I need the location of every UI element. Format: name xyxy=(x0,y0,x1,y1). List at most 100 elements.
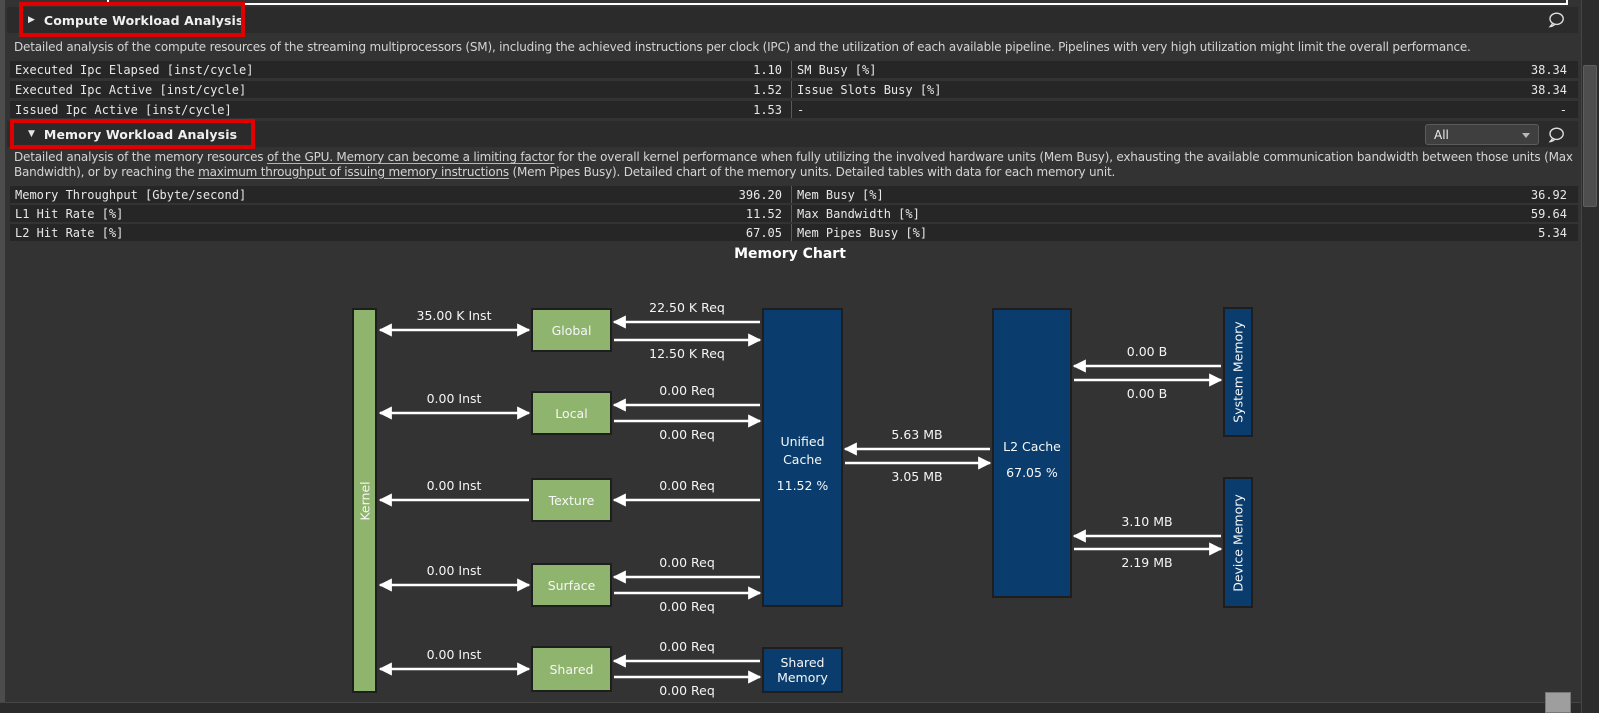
texture-box-label: Texture xyxy=(549,493,595,508)
l2-cache-hit-rate: 67.05 % xyxy=(994,464,1070,482)
metric-label: Max Bandwidth [%] xyxy=(797,207,920,221)
flow-label: 0.00 Req xyxy=(659,478,715,493)
metric-row: Executed Ipc Elapsed [inst/cycle] 1.10 xyxy=(10,61,791,78)
flow-label: 0.00 Inst xyxy=(427,647,482,662)
metric-label: L2 Hit Rate [%] xyxy=(15,226,123,240)
system-memory-label: System Memory xyxy=(1231,321,1246,422)
vertical-scrollbar-thumb[interactable] xyxy=(1583,65,1597,207)
metric-label: Issued Ipc Active [inst/cycle] xyxy=(15,103,232,117)
filter-dropdown[interactable]: All xyxy=(1425,124,1539,145)
shared-box-label: Shared xyxy=(549,662,593,677)
metric-value: 59.64 xyxy=(1531,207,1567,221)
section-header-compute-workload[interactable]: ▶ Compute Workload Analysis xyxy=(7,7,1578,33)
flow-label: 0.00 Req xyxy=(659,383,715,398)
metric-row: Mem Pipes Busy [%] 5.34 xyxy=(791,224,1578,241)
scrollbar-corner xyxy=(1545,692,1571,713)
metric-row: Executed Ipc Active [inst/cycle] 1.52 xyxy=(10,81,791,98)
filter-dropdown-value: All xyxy=(1434,128,1449,142)
metric-label: SM Busy [%] xyxy=(797,63,876,77)
clipped-box-above xyxy=(107,0,1568,5)
metric-row: SM Busy [%] 38.34 xyxy=(791,61,1578,78)
metric-row: L1 Hit Rate [%] 11.52 xyxy=(10,205,791,222)
metric-label: Mem Pipes Busy [%] xyxy=(797,226,927,240)
chevron-right-icon[interactable]: ▶ xyxy=(28,15,35,25)
metric-value: 38.34 xyxy=(1531,83,1567,97)
flow-label: 35.00 K Inst xyxy=(417,308,492,323)
metric-label: - xyxy=(797,103,804,117)
unified-cache-label: Unified xyxy=(764,433,841,451)
desc-segment-underlined: maximum throughput of issuing memory ins… xyxy=(198,165,509,179)
metric-value: - xyxy=(1560,103,1567,117)
metric-value: 38.34 xyxy=(1531,63,1567,77)
device-memory-label: Device Memory xyxy=(1231,494,1246,592)
flow-label: 0.00 B xyxy=(1127,386,1167,401)
metric-row: Mem Busy [%] 36.92 xyxy=(791,186,1578,203)
metric-value: 36.92 xyxy=(1531,188,1567,202)
flow-label: 12.50 K Req xyxy=(649,346,725,361)
flow-label: 3.10 MB xyxy=(1121,514,1172,529)
global-box: Global xyxy=(531,308,612,352)
metric-row: Memory Throughput [Gbyte/second] 396.20 xyxy=(10,186,791,203)
metric-value: 5.34 xyxy=(1538,226,1567,240)
global-box-label: Global xyxy=(552,323,592,338)
flow-label: 22.50 K Req xyxy=(649,300,725,315)
metric-label: Mem Busy [%] xyxy=(797,188,884,202)
shared-memory-label: Shared Memory xyxy=(773,655,833,685)
comment-bubble-icon[interactable] xyxy=(1546,125,1566,149)
flow-label: 2.19 MB xyxy=(1121,555,1172,570)
flow-label: 3.05 MB xyxy=(891,469,942,484)
metric-value: 1.52 xyxy=(753,83,782,97)
flow-label: 0.00 Inst xyxy=(427,563,482,578)
metric-row: Max Bandwidth [%] 59.64 xyxy=(791,205,1578,222)
flow-label: 0.00 Inst xyxy=(427,478,482,493)
metric-label: Executed Ipc Active [inst/cycle] xyxy=(15,83,246,97)
metric-value: 1.10 xyxy=(753,63,782,77)
metric-value: 1.53 xyxy=(753,103,782,117)
kernel-box-label: Kernel xyxy=(357,481,372,520)
memory-chart: Kernel Global Local Texture Surface Shar… xyxy=(0,270,1580,705)
unified-cache-box: Unified Cache 11.52 % xyxy=(762,308,843,607)
flow-label: 0.00 Req xyxy=(659,639,715,654)
section-title-memory: Memory Workload Analysis xyxy=(44,127,237,142)
device-memory-box: Device Memory xyxy=(1223,477,1253,608)
shared-memory-box: Shared Memory xyxy=(762,647,843,693)
flow-label: 0.00 Req xyxy=(659,555,715,570)
metric-row: - - xyxy=(791,101,1578,118)
unified-cache-hit-rate: 11.52 % xyxy=(764,477,841,495)
footer-strip xyxy=(0,702,1599,713)
memory-description: Detailed analysis of the memory resource… xyxy=(14,150,1576,179)
local-box: Local xyxy=(531,391,612,435)
surface-box-label: Surface xyxy=(548,578,596,593)
section-header-memory-workload[interactable]: ▼ Memory Workload Analysis xyxy=(7,121,1578,147)
compute-description: Detailed analysis of the compute resourc… xyxy=(14,40,1576,55)
flow-label: 0.00 Req xyxy=(659,599,715,614)
metric-label: Memory Throughput [Gbyte/second] xyxy=(15,188,246,202)
metric-row: Issue Slots Busy [%] 38.34 xyxy=(791,81,1578,98)
metric-value: 396.20 xyxy=(739,188,782,202)
desc-segment: Detailed analysis of the memory resource… xyxy=(14,150,267,164)
kernel-box: Kernel xyxy=(352,308,377,693)
chevron-down-icon[interactable]: ▼ xyxy=(28,129,35,139)
system-memory-box: System Memory xyxy=(1223,307,1253,437)
local-box-label: Local xyxy=(555,406,587,421)
metric-label: Issue Slots Busy [%] xyxy=(797,83,942,97)
metric-label: L1 Hit Rate [%] xyxy=(15,207,123,221)
comment-bubble-icon[interactable] xyxy=(1546,10,1566,34)
desc-segment: (Mem Pipes Busy). Detailed chart of the … xyxy=(509,165,1115,179)
l2-cache-label: L2 Cache xyxy=(994,438,1070,456)
unified-cache-label: Cache xyxy=(764,451,841,469)
flow-label: 0.00 Inst xyxy=(427,391,482,406)
memory-chart-title: Memory Chart xyxy=(0,246,1580,262)
shared-box: Shared xyxy=(531,646,612,692)
flow-label: 0.00 Req xyxy=(659,683,715,698)
l2-cache-box: L2 Cache 67.05 % xyxy=(992,308,1072,598)
metric-value: 67.05 xyxy=(746,226,782,240)
texture-box: Texture xyxy=(531,478,612,522)
dropdown-arrow-icon xyxy=(1522,133,1530,138)
metric-label: Executed Ipc Elapsed [inst/cycle] xyxy=(15,63,253,77)
flow-label: 5.63 MB xyxy=(891,427,942,442)
flow-label: 0.00 Req xyxy=(659,427,715,442)
metric-row: Issued Ipc Active [inst/cycle] 1.53 xyxy=(10,101,791,118)
surface-box: Surface xyxy=(531,563,612,607)
metric-row: L2 Hit Rate [%] 67.05 xyxy=(10,224,791,241)
